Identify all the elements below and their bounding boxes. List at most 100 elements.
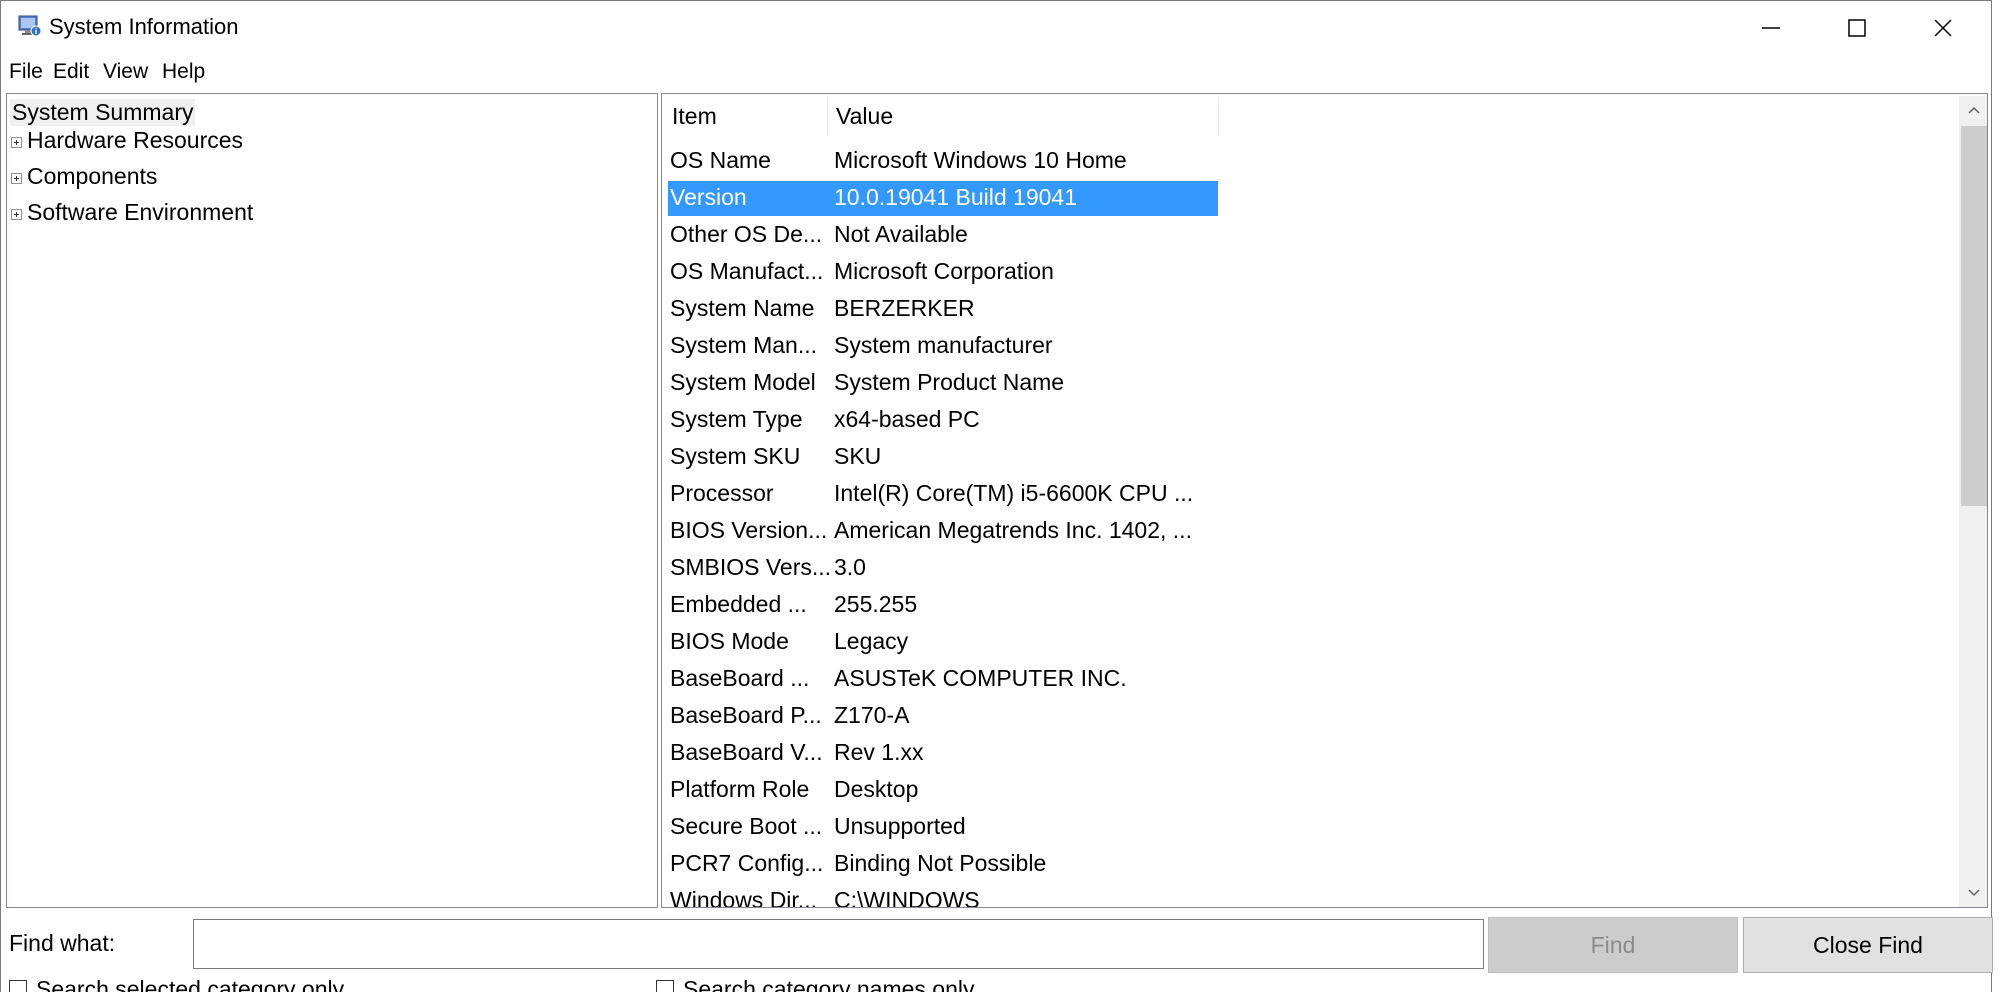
desktop-edge (1992, 0, 2000, 992)
menu-file[interactable]: File (9, 60, 43, 84)
row-value-cell: Intel(R) Core(TM) i5-6600K CPU ... (834, 480, 1194, 506)
scroll-down-button[interactable] (1959, 879, 1987, 907)
row-item-cell: BIOS Mode (670, 628, 789, 654)
window-border-left (0, 0, 1, 992)
row-item-cell: BaseBoard V... (670, 739, 823, 765)
row-value-cell: SKU (834, 443, 882, 469)
row-value-cell: American Megatrends Inc. 1402, ... (834, 517, 1192, 543)
table-row[interactable]: System SKU SKU (668, 440, 1218, 475)
row-value-cell: Desktop (834, 776, 919, 802)
tree-item-hardware-resources[interactable]: Hardware Resources (27, 127, 243, 154)
row-value-cell: Not Available (834, 221, 968, 247)
expand-software-environment-icon[interactable] (11, 209, 22, 220)
row-item-cell: Processor (670, 480, 774, 506)
system-information-window: System Information File Edit View Help S… (0, 0, 2000, 992)
menu-bar: File Edit View Help (1, 56, 1991, 90)
table-row[interactable]: Version 10.0.19041 Build 19041 (668, 181, 1218, 216)
scroll-up-button[interactable] (1959, 96, 1987, 124)
row-value-cell: 255.255 (834, 591, 918, 617)
table-row[interactable]: BIOS Mode Legacy (668, 625, 1218, 660)
table-row[interactable]: Secure Boot ... Unsupported (668, 810, 1218, 845)
row-value-cell: Microsoft Corporation (834, 258, 1054, 284)
table-row[interactable]: System Name BERZERKER (668, 292, 1218, 327)
maximize-icon (1848, 19, 1866, 37)
row-item-cell: System Name (670, 295, 815, 321)
menu-view[interactable]: View (103, 60, 148, 84)
details-list[interactable]: Item Value OS Name Microsoft Windows 10 H… (661, 93, 1988, 908)
column-header-value[interactable]: Value (828, 95, 1218, 137)
tree-item-system-summary[interactable]: System Summary (10, 99, 196, 126)
table-row[interactable]: System Model System Product Name (668, 366, 1218, 401)
table-row[interactable]: OS Manufact... Microsoft Corporation (668, 255, 1218, 290)
row-item-cell: Version (670, 184, 747, 210)
find-button[interactable]: Find (1488, 917, 1738, 973)
row-value-cell: 10.0.19041 Build 19041 (834, 184, 1077, 210)
row-item-cell: System Type (670, 406, 803, 432)
tree-item-components[interactable]: Components (27, 163, 157, 190)
row-item-cell: System Man... (670, 332, 817, 358)
menu-help[interactable]: Help (162, 60, 205, 84)
row-value-cell: System manufacturer (834, 332, 1053, 358)
row-value-cell: ASUSTeK COMPUTER INC. (834, 665, 1127, 691)
find-what-input[interactable] (193, 919, 1484, 969)
table-row[interactable]: BaseBoard P... Z170-A (668, 699, 1218, 734)
row-item-cell: Windows Dir... (670, 887, 817, 908)
vertical-scrollbar[interactable] (1959, 96, 1987, 907)
row-item-cell: SMBIOS Vers... (670, 554, 830, 580)
search-category-names-label: Search category names only (683, 976, 975, 992)
title-bar[interactable]: System Information (1, 1, 1991, 55)
close-icon (1934, 19, 1952, 37)
menu-edit[interactable]: Edit (53, 60, 89, 84)
close-find-button[interactable]: Close Find (1743, 917, 1993, 973)
table-row[interactable]: BIOS Version... American Megatrends Inc. … (668, 514, 1218, 549)
close-button[interactable] (1900, 1, 1986, 55)
row-value-cell: Unsupported (834, 813, 966, 839)
search-selected-category-label: Search selected category only (36, 976, 345, 992)
row-item-cell: BaseBoard P... (670, 702, 822, 728)
column-separator[interactable] (1218, 98, 1219, 136)
row-item-cell: System Model (670, 369, 816, 395)
maximize-button[interactable] (1814, 1, 1900, 55)
row-item-cell: Other OS De... (670, 221, 823, 247)
window-title: System Information (49, 14, 239, 39)
row-value-cell: C:\WINDOWS (834, 887, 980, 908)
scroll-thumb[interactable] (1961, 126, 1987, 506)
row-value-cell: Z170-A (834, 702, 910, 728)
category-tree[interactable]: System Summary Hardware Resources Compon… (6, 93, 658, 908)
table-row[interactable]: Embedded ... 255.255 (668, 588, 1218, 623)
row-item-cell: Secure Boot ... (670, 813, 823, 839)
find-bar: Find what: Find Close Find Search select… (1, 910, 1993, 992)
row-value-cell: Legacy (834, 628, 909, 654)
row-item-cell: System SKU (670, 443, 801, 469)
table-row[interactable]: OS Name Microsoft Windows 10 Home (668, 144, 1218, 179)
row-value-cell: Microsoft Windows 10 Home (834, 147, 1127, 173)
table-row[interactable]: System Type x64-based PC (668, 403, 1218, 438)
row-item-cell: PCR7 Config... (670, 850, 824, 876)
table-row[interactable]: SMBIOS Vers... 3.0 (668, 551, 1218, 586)
find-what-label: Find what: (9, 930, 116, 956)
expand-components-icon[interactable] (11, 173, 22, 184)
expand-hardware-resources-icon[interactable] (11, 137, 22, 148)
row-item-cell: OS Manufact... (670, 258, 824, 284)
search-category-names-checkbox[interactable] (656, 980, 674, 992)
table-row[interactable]: Other OS De... Not Available (668, 218, 1218, 253)
table-row[interactable]: Processor Intel(R) Core(TM) i5-6600K CPU … (668, 477, 1218, 512)
minimize-button[interactable] (1728, 1, 1814, 55)
table-row[interactable]: Windows Dir... C:\WINDOWS (668, 884, 1218, 908)
column-header-item[interactable]: Item (664, 95, 826, 137)
table-row[interactable]: BaseBoard V... Rev 1.xx (668, 736, 1218, 771)
system-information-icon (17, 13, 43, 39)
search-selected-category-checkbox[interactable] (9, 980, 27, 992)
row-item-cell: BIOS Version... (670, 517, 828, 543)
table-row[interactable]: Platform Role Desktop (668, 773, 1218, 808)
chevron-down-icon (1968, 889, 1980, 897)
table-row[interactable]: System Man... System manufacturer (668, 329, 1218, 364)
row-value-cell: 3.0 (834, 554, 866, 580)
tree-item-software-environment[interactable]: Software Environment (27, 199, 253, 226)
chevron-up-icon (1968, 106, 1980, 114)
minimize-icon (1762, 27, 1780, 29)
table-row[interactable]: BaseBoard ... ASUSTeK COMPUTER INC. (668, 662, 1218, 697)
row-value-cell: Rev 1.xx (834, 739, 924, 765)
table-row[interactable]: PCR7 Config... Binding Not Possible (668, 847, 1218, 882)
row-item-cell: BaseBoard ... (670, 665, 810, 691)
